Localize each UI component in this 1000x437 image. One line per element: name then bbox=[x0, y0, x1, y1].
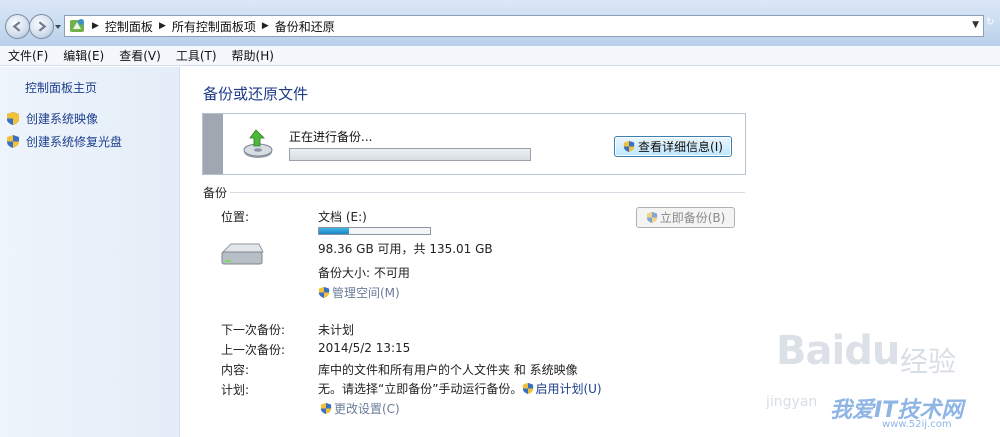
uac-shield-icon bbox=[7, 135, 19, 148]
address-dropdown-icon[interactable]: ▼ bbox=[972, 20, 979, 30]
uac-shield-icon bbox=[523, 382, 534, 395]
refresh-icon[interactable]: ↻ bbox=[986, 17, 1000, 37]
next-backup-label: 下一次备份: bbox=[221, 323, 286, 337]
watermark-jingyan-pinyin: jingyan bbox=[766, 394, 818, 410]
contents-label: 内容: bbox=[221, 363, 250, 377]
enable-schedule-label: 启用计划(U) bbox=[535, 382, 602, 396]
last-backup-label: 上一次备份: bbox=[221, 343, 286, 357]
manage-space-label: 管理空间(M) bbox=[332, 286, 400, 300]
backup-now-label: 立即备份(B) bbox=[659, 211, 726, 225]
address-bar-region: ▶ 控制面板 ▶ 所有控制面板项 ▶ 备份和还原 ▼ ↻ bbox=[0, 0, 1000, 46]
menu-tools[interactable]: 工具(T) bbox=[176, 47, 217, 64]
breadcrumb-all-items[interactable]: 所有控制面板项 bbox=[172, 18, 256, 35]
uac-shield-icon bbox=[7, 112, 19, 125]
back-button[interactable] bbox=[5, 14, 30, 39]
back-arrow-icon bbox=[12, 21, 21, 32]
uac-shield-icon bbox=[646, 211, 657, 224]
change-settings-link[interactable]: 更改设置(C) bbox=[320, 400, 400, 417]
panel-side-strip bbox=[203, 114, 223, 174]
control-panel-icon bbox=[70, 19, 84, 32]
create-system-image-link[interactable]: 创建系统映像 bbox=[6, 110, 98, 127]
section-heading-backup: 备份 bbox=[203, 186, 228, 200]
schedule-value: 无。请选择“立即备份”手动运行备份。 bbox=[318, 382, 523, 396]
breadcrumb-control-panel[interactable]: 控制面板 bbox=[105, 18, 153, 35]
forward-arrow-icon bbox=[38, 21, 47, 32]
breadcrumb-backup-restore[interactable]: 备份和还原 bbox=[275, 18, 335, 35]
watermark-url: www.52ij.com bbox=[882, 419, 952, 430]
drive-free-space-text: 98.36 GB 可用，共 135.01 GB bbox=[318, 242, 493, 256]
uac-shield-icon bbox=[320, 402, 332, 415]
page-title: 备份或还原文件 bbox=[203, 85, 309, 103]
next-backup-value: 未计划 bbox=[318, 323, 355, 337]
breadcrumb-separator[interactable]: ▶ bbox=[262, 21, 269, 31]
menu-file[interactable]: 文件(F) bbox=[8, 47, 48, 64]
recent-pages-dropdown-icon[interactable] bbox=[54, 22, 62, 32]
change-settings-label: 更改设置(C) bbox=[334, 402, 400, 416]
progress-status-text: 正在进行备份... bbox=[289, 130, 373, 144]
menu-bar: 文件(F) 编辑(E) 查看(V) 工具(T) 帮助(H) bbox=[0, 46, 1000, 66]
view-details-button[interactable]: 查看详细信息(I) bbox=[614, 136, 732, 157]
backup-progress-bar bbox=[289, 148, 531, 161]
watermark-baidu: Baidu bbox=[776, 328, 900, 374]
watermark-site-name: 我爱IT技术网 bbox=[830, 398, 964, 423]
backup-in-progress-icon bbox=[243, 129, 273, 158]
view-details-label: 查看详细信息(I) bbox=[638, 140, 723, 154]
address-box[interactable]: ▶ 控制面板 ▶ 所有控制面板项 ▶ 备份和还原 ▼ bbox=[64, 15, 984, 37]
left-task-pane: 控制面板主页 创建系统映像 创建系统修复光盘 bbox=[0, 67, 180, 437]
create-system-image-label: 创建系统映像 bbox=[26, 112, 99, 126]
create-repair-disc-link[interactable]: 创建系统修复光盘 bbox=[6, 133, 122, 150]
schedule-line: 无。请选择“立即备份”手动运行备份。 启用计划(U) bbox=[318, 380, 602, 397]
contents-value: 库中的文件和所有用户的个人文件夹 和 系统映像 bbox=[318, 363, 578, 377]
backup-size-text: 备份大小: 不可用 bbox=[318, 266, 410, 280]
forward-button[interactable] bbox=[29, 14, 54, 39]
uac-shield-icon bbox=[623, 140, 635, 153]
enable-schedule-link[interactable]: 启用计划(U) bbox=[522, 380, 602, 397]
breadcrumb-separator[interactable]: ▶ bbox=[92, 21, 99, 31]
section-divider bbox=[230, 192, 745, 193]
backup-progress-panel: 正在进行备份... 查看详细信息(I) bbox=[202, 113, 746, 175]
menu-edit[interactable]: 编辑(E) bbox=[63, 47, 104, 64]
menu-view[interactable]: 查看(V) bbox=[119, 47, 161, 64]
menu-help[interactable]: 帮助(H) bbox=[232, 47, 274, 64]
manage-space-link[interactable]: 管理空间(M) bbox=[318, 284, 400, 301]
last-backup-value: 2014/5/2 13:15 bbox=[318, 341, 411, 355]
watermark: Baidu 经验 jingyan 我爱IT技术网 www.52ij.com bbox=[760, 320, 1000, 437]
create-repair-disc-label: 创建系统修复光盘 bbox=[26, 135, 123, 149]
location-label: 位置: bbox=[221, 210, 250, 224]
drive-space-fill bbox=[319, 228, 349, 234]
control-panel-home-link[interactable]: 控制面板主页 bbox=[25, 79, 97, 96]
drive-space-bar bbox=[318, 227, 431, 235]
schedule-label: 计划: bbox=[221, 383, 250, 397]
backup-now-button[interactable]: 立即备份(B) bbox=[636, 207, 735, 228]
drive-icon bbox=[221, 243, 264, 265]
watermark-jingyan: 经验 bbox=[900, 345, 957, 378]
breadcrumb-separator[interactable]: ▶ bbox=[159, 21, 166, 31]
uac-shield-icon bbox=[318, 286, 330, 299]
drive-name: 文档 (E:) bbox=[318, 210, 367, 224]
